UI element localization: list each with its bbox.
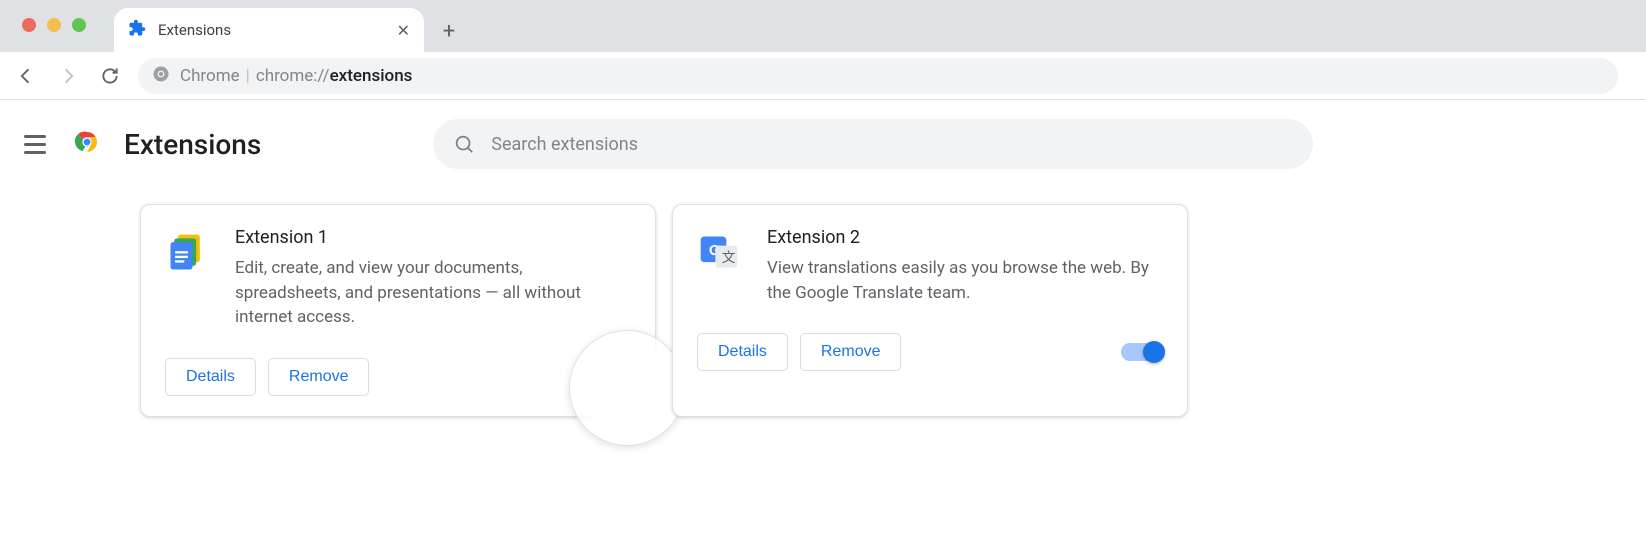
- remove-button[interactable]: Remove: [268, 358, 370, 396]
- enable-toggle[interactable]: [1121, 343, 1163, 361]
- close-tab-button[interactable]: ✕: [397, 21, 410, 40]
- search-input[interactable]: Search extensions: [433, 119, 1313, 169]
- translate-icon: G 文: [697, 231, 741, 275]
- address-bar[interactable]: Chrome|chrome://extensions: [138, 58, 1618, 94]
- window-minimize-button[interactable]: [47, 18, 61, 32]
- extension-name: Extension 2: [767, 227, 1163, 248]
- extension-card: Extension 1 Edit, create, and view your …: [140, 204, 656, 417]
- search-placeholder: Search extensions: [491, 134, 638, 155]
- tab-title: Extensions: [158, 21, 385, 39]
- browser-toolbar: Chrome|chrome://extensions: [0, 52, 1646, 100]
- details-button[interactable]: Details: [165, 358, 256, 396]
- chrome-logo-icon: [72, 127, 102, 161]
- reload-button[interactable]: [96, 62, 124, 90]
- extension-description: View translations easily as you browse t…: [767, 256, 1163, 305]
- window-close-button[interactable]: [22, 18, 36, 32]
- details-button[interactable]: Details: [697, 333, 788, 371]
- browser-tab-strip: Extensions ✕ +: [0, 0, 1646, 52]
- page-title: Extensions: [124, 128, 261, 161]
- puzzle-piece-icon: [128, 19, 146, 41]
- new-tab-button[interactable]: +: [432, 14, 466, 48]
- window-controls: [22, 18, 86, 32]
- remove-button[interactable]: Remove: [800, 333, 902, 371]
- docs-icon: [165, 231, 209, 275]
- chrome-icon: [152, 65, 170, 87]
- search-icon: [453, 133, 475, 155]
- svg-text:文: 文: [722, 250, 736, 265]
- menu-button[interactable]: [20, 129, 50, 159]
- page-header: Extensions Search extensions: [0, 100, 1646, 188]
- extension-description: Edit, create, and view your documents, s…: [235, 256, 631, 330]
- back-button[interactable]: [12, 62, 40, 90]
- extension-card: G 文 Extension 2 View translations easily…: [672, 204, 1188, 417]
- browser-tab[interactable]: Extensions ✕: [114, 8, 424, 52]
- url-text: Chrome|chrome://extensions: [180, 66, 412, 86]
- enable-toggle[interactable]: [589, 368, 631, 386]
- window-maximize-button[interactable]: [72, 18, 86, 32]
- extensions-grid: Extension 1 Edit, create, and view your …: [0, 188, 1646, 417]
- extension-name: Extension 1: [235, 227, 631, 248]
- forward-button[interactable]: [54, 62, 82, 90]
